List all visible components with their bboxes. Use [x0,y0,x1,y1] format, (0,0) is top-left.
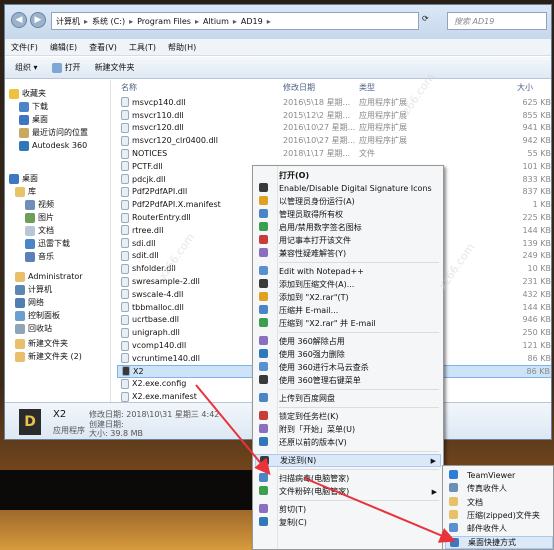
annotation-arrows [195,384,456,543]
arrow-to-send-to [195,384,271,476]
arrow-to-desktop-shortcut [303,477,456,543]
